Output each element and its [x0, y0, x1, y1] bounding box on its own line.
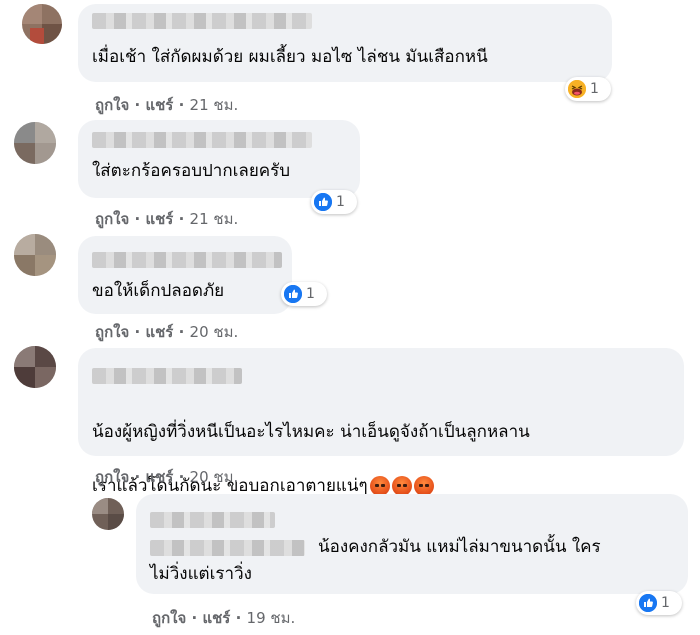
comment-actions: ถูกใจ · แชร์ · 20 ชม.	[95, 468, 239, 486]
avatar[interactable]	[92, 498, 124, 530]
like-link[interactable]: ถูกใจ	[152, 609, 186, 627]
reaction-badge[interactable]: 1	[311, 190, 357, 214]
author-name-blurred[interactable]	[92, 252, 282, 268]
reaction-badge[interactable]: 1	[281, 282, 327, 306]
comment-bubble: ใส่ตะกร้อครอบปากเลยครับ	[78, 120, 360, 198]
author-name-blurred[interactable]	[92, 368, 242, 384]
like-link[interactable]: ถูกใจ	[95, 468, 129, 486]
angry-emoji	[413, 476, 434, 496]
comment-bubble: ขอให้เด็กปลอดภัย	[78, 236, 292, 314]
avatar[interactable]	[14, 234, 56, 276]
reaction-count: 1	[306, 286, 315, 302]
like-icon	[639, 594, 657, 612]
comment-actions: ถูกใจ · แชร์ · 20 ชม.	[95, 323, 239, 341]
like-link[interactable]: ถูกใจ	[95, 323, 129, 341]
avatar[interactable]	[14, 346, 56, 388]
comment-text-line: น้องผู้หญิงที่วิ่งหนีเป็นอะไรไหมคะ น่าเอ…	[92, 422, 530, 442]
reaction-badge[interactable]: 1	[636, 591, 682, 615]
author-name-blurred[interactable]	[150, 512, 275, 528]
avatar[interactable]	[14, 122, 56, 164]
like-link[interactable]: ถูกใจ	[95, 96, 129, 114]
comment-text: ใส่ตะกร้อครอบปากเลยครับ	[92, 161, 291, 181]
comment-text: ขอให้เด็กปลอดภัย	[92, 281, 225, 301]
comment-text-line: น้องคงกลัวมัน แหม่ไล่มาขนาดนั้น ใคร	[318, 537, 601, 557]
author-name-blurred[interactable]	[92, 132, 312, 148]
share-link[interactable]: แชร์	[145, 96, 173, 114]
share-link[interactable]: แชร์	[145, 210, 173, 228]
comment-text: เมื่อเช้า ใส่กัดผมด้วย ผมเลี้ยว มอไซ ไล่…	[92, 47, 488, 67]
comment-bubble: น้องผู้หญิงที่วิ่งหนีเป็นอะไรไหมคะ น่าเอ…	[78, 348, 684, 496]
reaction-count: 1	[661, 595, 670, 611]
share-link[interactable]: แชร์	[145, 468, 173, 486]
avatar[interactable]	[22, 4, 62, 44]
haha-icon	[568, 80, 586, 98]
comment-actions: ถูกใจ · แชร์ · 21 ชม.	[95, 96, 239, 114]
angry-emoji	[369, 476, 390, 496]
like-icon	[284, 285, 302, 303]
reply-bubble: น้องคงกลัวมัน แหม่ไล่มาขนาดนั้น ใคร ไม่ว…	[136, 494, 688, 594]
timestamp[interactable]: 21 ชม.	[190, 210, 239, 228]
share-link[interactable]: แชร์	[202, 609, 230, 627]
angry-emoji	[391, 476, 412, 496]
author-name-blurred[interactable]	[92, 13, 312, 29]
author-name-blurred[interactable]	[150, 540, 305, 556]
reaction-count: 1	[336, 194, 345, 210]
comment-actions: ถูกใจ · แชร์ · 19 ชม.	[152, 609, 296, 627]
timestamp[interactable]: 20 ชม.	[190, 323, 239, 341]
like-icon	[314, 193, 332, 211]
comment-bubble: เมื่อเช้า ใส่กัดผมด้วย ผมเลี้ยว มอไซ ไล่…	[78, 4, 612, 82]
timestamp[interactable]: 19 ชม.	[247, 609, 296, 627]
reaction-badge[interactable]: 1	[565, 77, 611, 101]
timestamp[interactable]: 20 ชม.	[190, 468, 239, 486]
timestamp[interactable]: 21 ชม.	[190, 96, 239, 114]
like-link[interactable]: ถูกใจ	[95, 210, 129, 228]
share-link[interactable]: แชร์	[145, 323, 173, 341]
reaction-count: 1	[590, 81, 599, 97]
comment-actions: ถูกใจ · แชร์ · 21 ชม.	[95, 210, 239, 228]
comment-text-line: ไม่วิ่งแต่เราวิ่ง	[150, 564, 252, 584]
